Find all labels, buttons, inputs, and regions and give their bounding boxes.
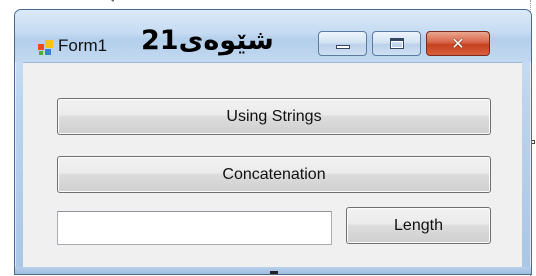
length-button[interactable]: Length	[346, 207, 491, 244]
close-button[interactable]: ✕	[426, 31, 490, 56]
concatenation-button[interactable]: Concatenation	[57, 156, 491, 193]
form-client-area: Using Strings Concatenation Length	[23, 62, 522, 268]
using-strings-button[interactable]: Using Strings	[57, 98, 491, 135]
close-icon: ✕	[451, 34, 465, 53]
screenshot-canvas: ˇ Form1 شێوەی21 ✕ Using Strings Concaten…	[0, 0, 536, 276]
title-bar[interactable]: Form1 شێوەی21 ✕	[15, 10, 531, 62]
bottom-resize-handle[interactable]	[270, 271, 278, 274]
minimize-button[interactable]	[318, 31, 367, 56]
maximize-icon	[390, 38, 404, 49]
form-window: Form1 شێوەی21 ✕ Using Strings Concatenat…	[14, 9, 532, 275]
windows-form-icon	[38, 40, 53, 55]
window-title: Form1	[58, 36, 108, 55]
title-overlay-text: شێوەی21	[141, 25, 274, 56]
text-input[interactable]	[57, 211, 332, 245]
minimize-icon	[336, 45, 350, 49]
maximize-button[interactable]	[372, 31, 421, 56]
